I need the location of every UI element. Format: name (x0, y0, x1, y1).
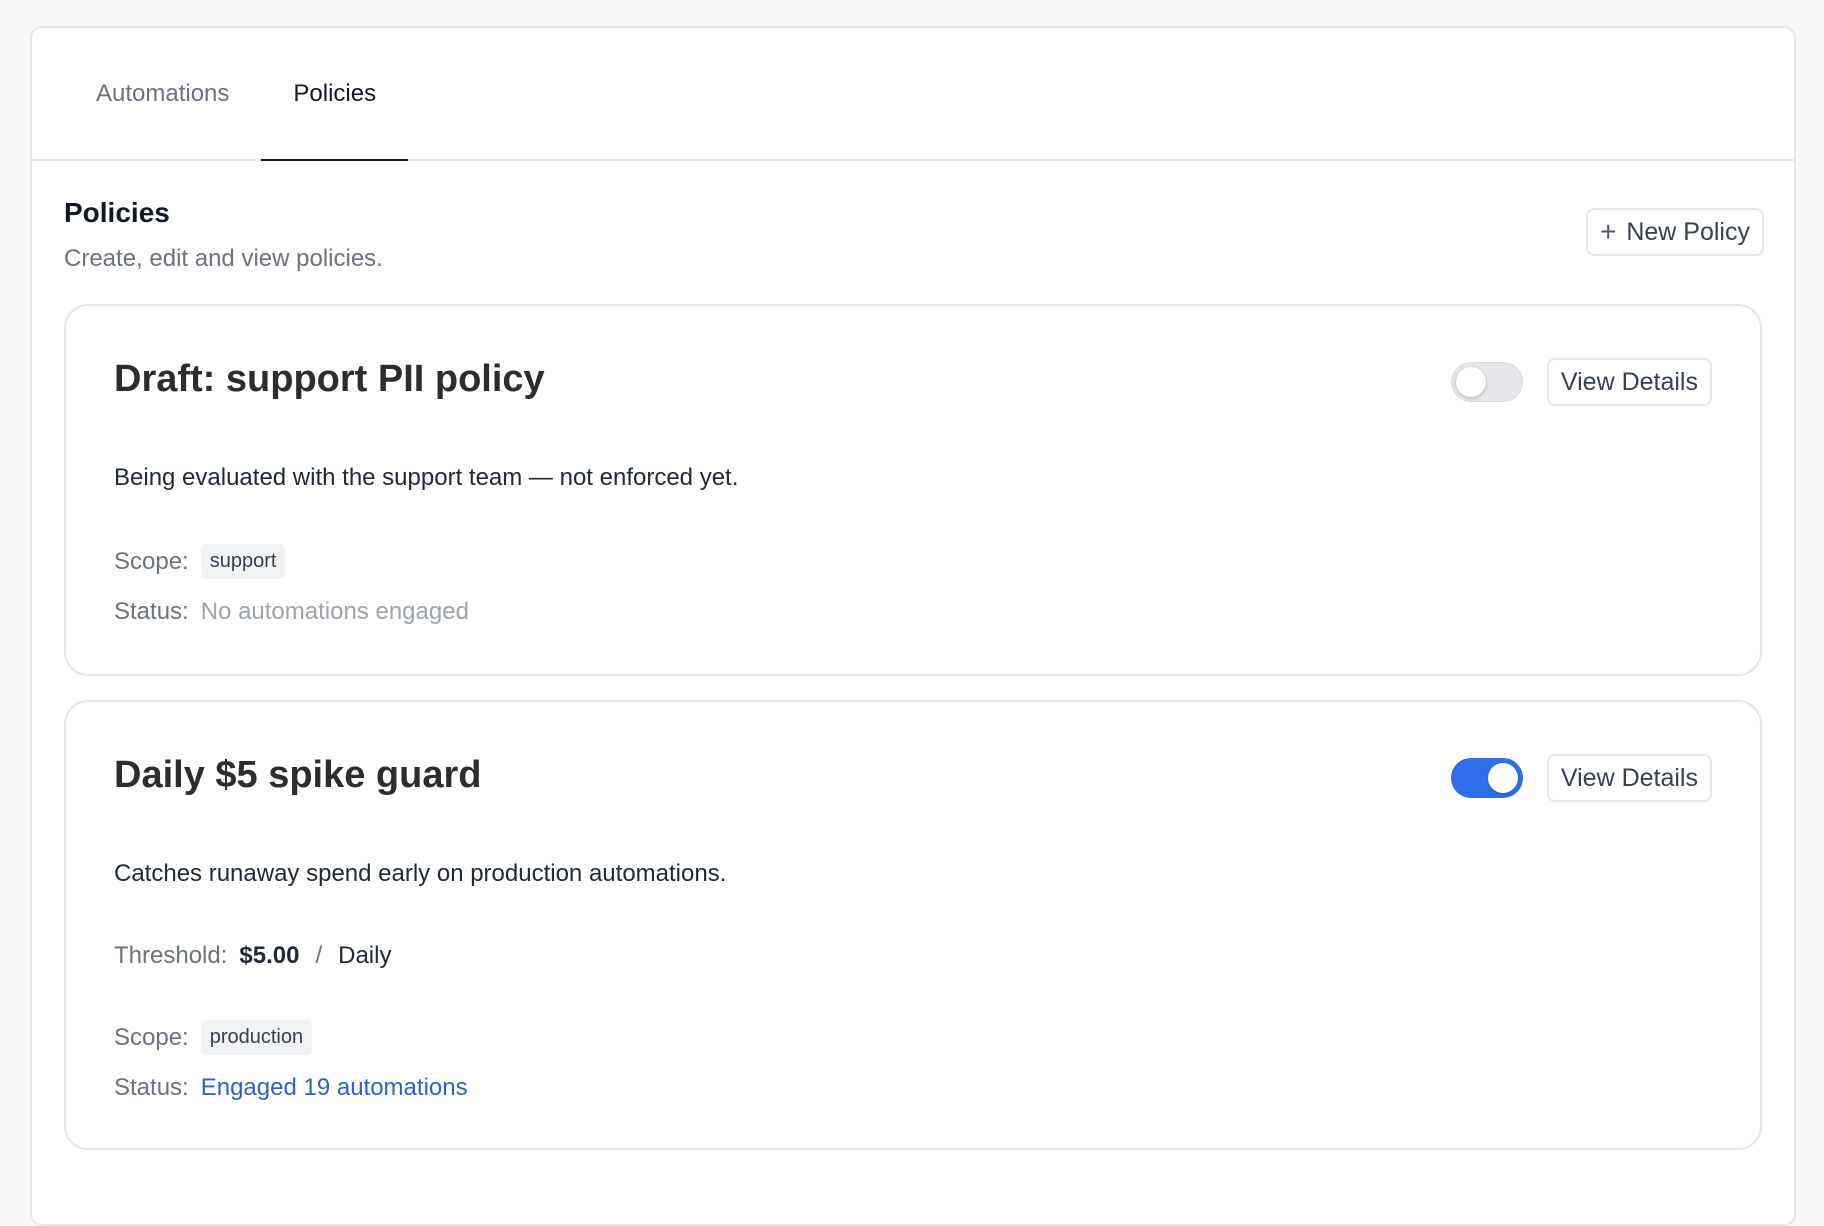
toggle-knob (1487, 763, 1518, 793)
policy-status-row: Status: Engaged 19 automations (114, 1074, 468, 1102)
tab-bar: Automations Policies (32, 28, 1794, 161)
status-label: Status: (114, 1074, 189, 1101)
toggle-knob (1455, 367, 1486, 397)
policy-threshold-row: Threshold: $5.00 / Daily (114, 942, 391, 970)
policy-actions: View Details (1450, 358, 1712, 406)
section-header: Policies Create, edit and view policies. (32, 161, 1794, 306)
policy-card-spike-guard: Daily $5 spike guard View Details Catche… (64, 700, 1762, 1150)
section-description: Create, edit and view policies. (64, 245, 383, 272)
status-label: Status: (114, 598, 189, 625)
scope-label: Scope: (114, 547, 189, 575)
plus-icon: + (1599, 216, 1617, 247)
threshold-label: Threshold: (114, 942, 228, 969)
new-policy-button[interactable]: + New Policy (1585, 208, 1764, 256)
threshold-period: Daily (338, 942, 392, 969)
view-details-button[interactable]: View Details (1546, 358, 1712, 406)
policy-description: Catches runaway spend early on productio… (114, 860, 727, 887)
new-policy-label: New Policy (1626, 217, 1750, 246)
policy-scope-row: Scope: production (114, 1020, 313, 1055)
status-value: No automations engaged (200, 598, 469, 625)
section-title: Policies (64, 197, 170, 228)
tab-automations[interactable]: Automations (64, 28, 261, 159)
policy-status-row: Status: No automations engaged (114, 598, 469, 626)
tab-policies[interactable]: Policies (261, 28, 408, 161)
policy-enabled-toggle[interactable] (1450, 758, 1523, 798)
policy-description: Being evaluated with the support team — … (114, 464, 739, 491)
scope-chip: support (200, 544, 286, 579)
status-automations-link[interactable]: Engaged 19 automations (201, 1074, 468, 1102)
view-details-button[interactable]: View Details (1546, 754, 1712, 802)
policy-scope-row: Scope: support (114, 544, 286, 579)
policy-card-support-pii: Draft: support PII policy View Details B… (64, 304, 1762, 676)
policy-enabled-toggle[interactable] (1450, 362, 1523, 402)
scope-label: Scope: (114, 1023, 189, 1051)
policy-title: Draft: support PII policy (114, 358, 545, 400)
threshold-separator: / (315, 942, 323, 969)
policy-title: Daily $5 spike guard (114, 754, 482, 796)
scope-chip: production (200, 1020, 313, 1055)
threshold-amount: $5.00 (239, 942, 300, 969)
policy-actions: View Details (1450, 754, 1712, 802)
